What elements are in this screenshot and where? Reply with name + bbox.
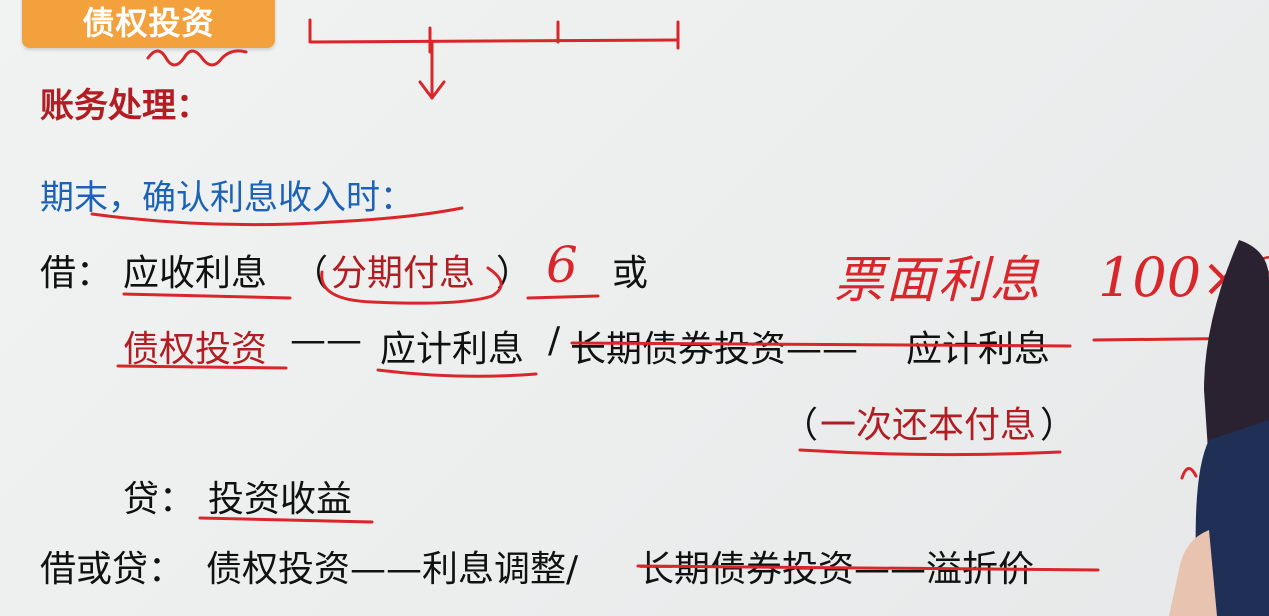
badge-title: 债权投资 xyxy=(82,4,215,42)
note3-open-paren: （ xyxy=(782,405,819,446)
debit-label: 借： xyxy=(40,253,113,294)
accrued-interest-sub: 应计利息 xyxy=(380,329,525,370)
note-lump-sum: 一次还本付息 xyxy=(820,405,1037,446)
old-sub-struck: 应计利息 xyxy=(906,329,1051,370)
old-premium-discount-struck: 长期债券投资——溢折价 xyxy=(638,549,1035,590)
credit-label: 贷： xyxy=(123,479,196,520)
debit-or-credit-label: 借或贷： xyxy=(40,549,185,590)
handwritten-face-interest: 票面利息 xyxy=(834,251,1042,309)
bond-investment-account: 债权投资 xyxy=(123,329,268,370)
topic-badge: 债权投资 xyxy=(22,0,275,48)
debit-account: 应收利息 xyxy=(123,253,268,294)
old-account-struck: 长期债券投资—— xyxy=(570,329,859,370)
interest-adjustment-account: 债权投资——利息调整/ xyxy=(206,549,579,590)
subheading: 期末，确认利息收入时： xyxy=(40,178,414,218)
presenter-figure xyxy=(1169,240,1269,616)
note-installment-interest: 分期付息 xyxy=(331,253,476,294)
lecture-slide: 债权投资 账务处理： 期末，确认利息收入时： 借： 应收利息 （ 分期付息 ） … xyxy=(0,0,1269,616)
note-open-paren: （ xyxy=(292,253,329,294)
or-label: 或 xyxy=(612,253,649,294)
section-heading: 账务处理： xyxy=(40,86,210,126)
dash-separator: —— xyxy=(290,320,362,361)
handwritten-amount: 6 xyxy=(546,236,578,294)
note-close-paren: ） xyxy=(496,253,533,294)
investment-income-account: 投资收益 xyxy=(208,479,353,520)
note3-close-paren: ） xyxy=(1040,405,1077,446)
slash-separator: / xyxy=(548,320,561,361)
